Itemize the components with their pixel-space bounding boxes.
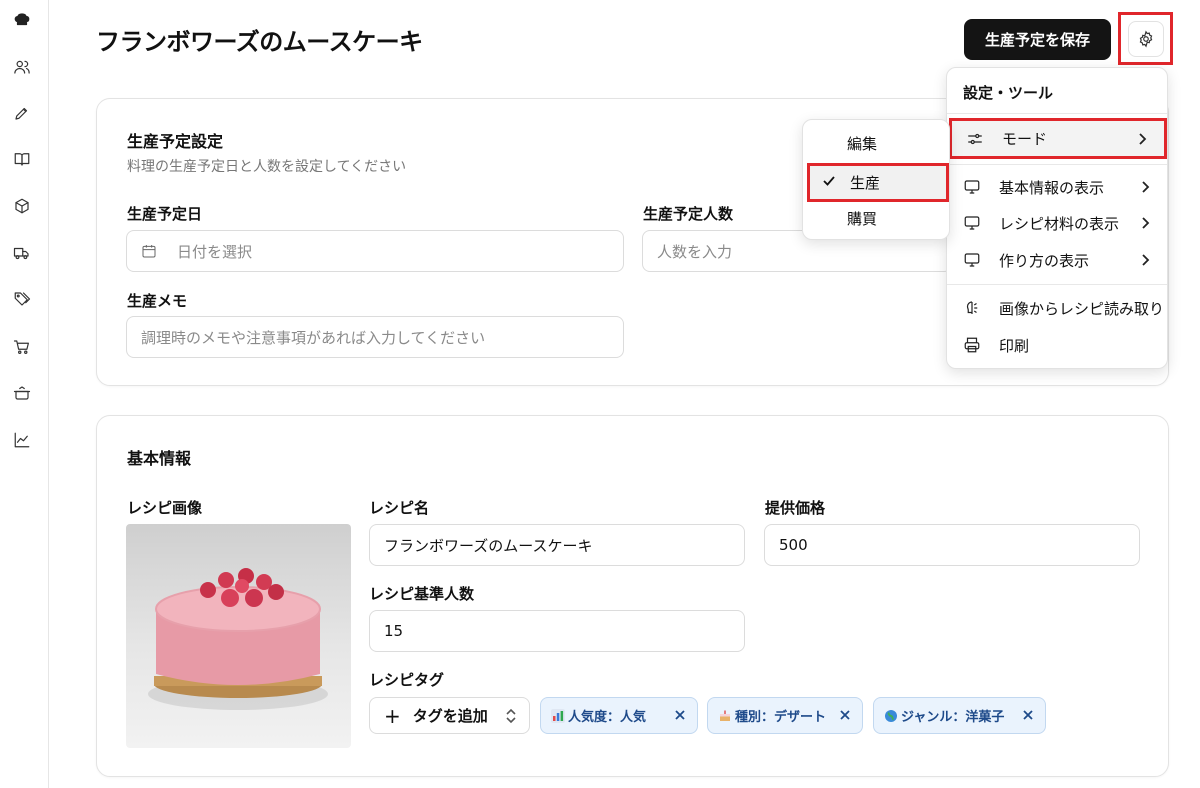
pot-icon[interactable] [11, 382, 33, 404]
menu-item-mode[interactable]: モード [949, 118, 1167, 159]
tag-popularity[interactable]: 人気度：人気 [540, 697, 698, 734]
menu-item-label: レシピ材料の表示 [999, 214, 1120, 233]
menu-item-basic-info-display[interactable]: 基本情報の表示 [949, 169, 1167, 205]
settings-button[interactable] [1118, 12, 1173, 65]
servings-label: レシピ基準人数 [369, 585, 475, 603]
production-card-title: 生産予定設定 [127, 132, 224, 151]
bar-chart-emoji-icon [551, 708, 565, 723]
recipe-image[interactable] [126, 524, 351, 748]
basic-info-title: 基本情報 [127, 449, 192, 468]
save-production-button[interactable]: 生産予定を保存 [964, 19, 1111, 60]
recipe-image-label: レシピ画像 [127, 499, 203, 517]
production-date-label: 生産予定日 [127, 205, 203, 223]
servings-input[interactable]: 15 [369, 610, 745, 652]
tag-label: 種別：デザート [735, 710, 827, 725]
tag-type[interactable]: 種別：デザート [707, 697, 863, 734]
printer-icon [964, 337, 980, 353]
menu-divider [947, 284, 1167, 285]
box-icon[interactable] [11, 195, 33, 217]
price-input[interactable]: 500 [764, 524, 1140, 566]
mode-option-purchase[interactable]: 購買 [807, 201, 949, 235]
servings-value: 15 [384, 622, 404, 640]
production-memo-input[interactable]: 調理時のメモや注意事項があれば入力してください [126, 316, 624, 358]
monitor-icon [964, 216, 980, 230]
mode-option-edit[interactable]: 編集 [807, 126, 949, 160]
book-icon[interactable] [11, 148, 33, 170]
monitor-icon [964, 180, 980, 194]
mode-option-production[interactable]: 生産 [807, 163, 949, 202]
chef-hat-icon[interactable] [11, 9, 33, 31]
mode-option-label: 購買 [847, 209, 878, 228]
globe-emoji-icon [885, 709, 897, 722]
production-memo-label: 生産メモ [127, 292, 188, 310]
recipe-name-value: フランボワーズのムースケーキ [384, 536, 593, 555]
add-tag-button[interactable]: + タグを追加 [369, 697, 530, 734]
close-icon[interactable] [1021, 708, 1035, 722]
mode-submenu: 編集 生産 購買 [802, 119, 950, 240]
recipe-name-label: レシピ名 [369, 499, 430, 517]
sliders-icon [968, 133, 982, 144]
recipe-name-input[interactable]: フランボワーズのムースケーキ [369, 524, 745, 566]
menu-divider [947, 164, 1167, 165]
page-title: フランボワーズのムースケーキ [96, 28, 423, 56]
tag-label: 人気度：人気 [568, 710, 647, 725]
sidebar [0, 0, 49, 788]
monitor-icon [964, 253, 980, 267]
production-memo-placeholder: 調理時のメモや注意事項があれば入力してください [141, 328, 486, 347]
cake-photo [148, 568, 328, 710]
menu-title: 設定・ツール [963, 84, 1054, 102]
menu-item-label: 画像からレシピ読み取り [999, 299, 1165, 318]
menu-item-scan-recipe[interactable]: 画像からレシピ読み取り [949, 290, 1167, 326]
close-icon[interactable] [838, 708, 852, 722]
price-label: 提供価格 [765, 499, 826, 517]
menu-item-print[interactable]: 印刷 [949, 327, 1167, 363]
chart-icon[interactable] [11, 429, 33, 451]
chevron-right-icon [1142, 217, 1150, 229]
chevron-right-icon [1142, 181, 1150, 193]
scan-icon [966, 301, 978, 314]
calendar-icon [142, 245, 156, 258]
production-count-label: 生産予定人数 [643, 205, 734, 223]
gear-icon [1139, 30, 1152, 47]
menu-item-label: 基本情報の表示 [999, 178, 1105, 197]
chevron-right-icon [1142, 254, 1150, 266]
truck-icon[interactable] [11, 242, 33, 264]
plus-icon: + [384, 703, 401, 728]
chevron-right-icon [1139, 133, 1147, 145]
menu-item-label: 印刷 [999, 336, 1030, 355]
cake-emoji-icon [720, 710, 730, 721]
tags-icon[interactable] [11, 288, 33, 310]
close-icon[interactable] [673, 708, 687, 722]
add-tag-label: タグを追加 [412, 707, 488, 725]
menu-item-ingredients-display[interactable]: レシピ材料の表示 [949, 205, 1167, 241]
price-value: 500 [779, 536, 808, 554]
menu-item-label: モード [1002, 130, 1048, 148]
menu-divider [947, 113, 1167, 114]
tags-label: レシピタグ [369, 671, 445, 689]
pen-icon[interactable] [11, 102, 33, 124]
production-date-placeholder: 日付を選択 [177, 242, 253, 261]
mode-option-label: 編集 [847, 134, 878, 153]
mode-option-label: 生産 [850, 174, 881, 192]
tag-genre[interactable]: ジャンル：洋菓子 [873, 697, 1046, 734]
chevron-updown-icon [506, 708, 516, 724]
check-icon [823, 176, 835, 186]
tag-label: ジャンル：洋菓子 [901, 710, 1005, 725]
users-icon[interactable] [11, 56, 33, 78]
production-date-picker[interactable]: 日付を選択 [126, 230, 624, 272]
production-count-placeholder: 人数を入力 [657, 242, 733, 261]
cart-icon[interactable] [11, 336, 33, 358]
menu-item-label: 作り方の表示 [999, 251, 1090, 270]
production-card-subtitle: 料理の生産予定日と人数を設定してください [127, 159, 407, 175]
menu-item-steps-display[interactable]: 作り方の表示 [949, 242, 1167, 278]
settings-tools-menu: 設定・ツール モード 基本情報の表示 レシピ材料の表示 作り方の表示 画像からレ… [946, 67, 1168, 369]
